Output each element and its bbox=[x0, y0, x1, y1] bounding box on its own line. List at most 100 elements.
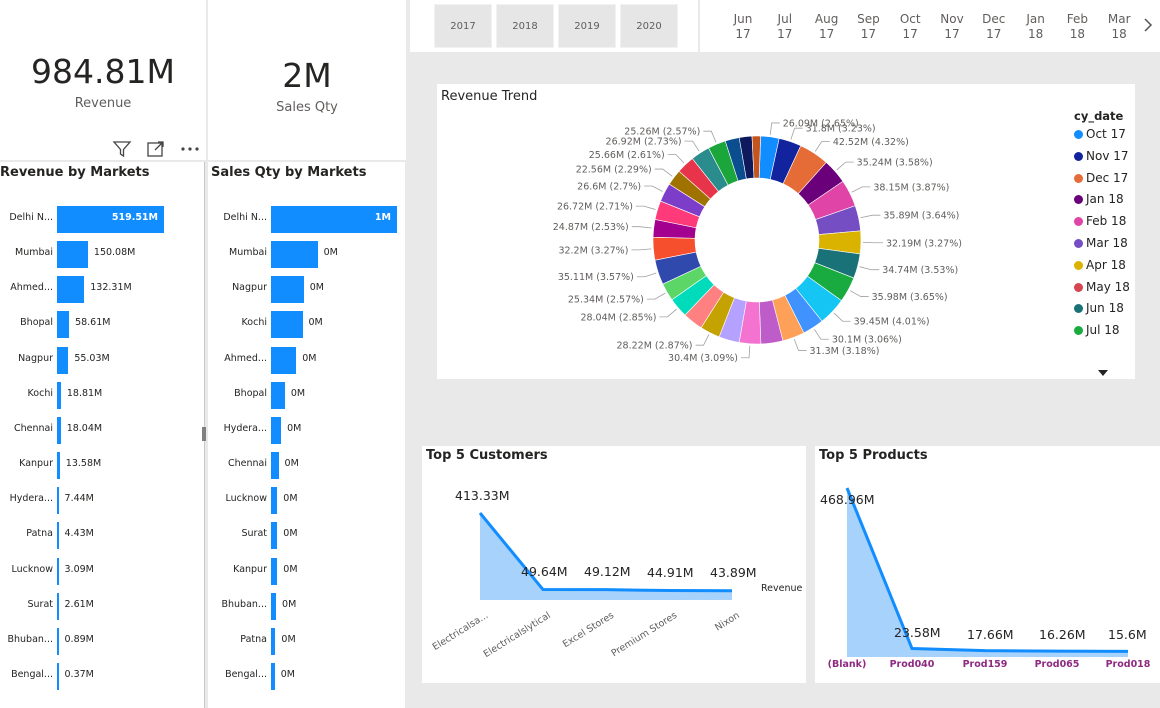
legend-item[interactable]: May 18 bbox=[1074, 280, 1130, 294]
year-button[interactable]: 2019 bbox=[558, 4, 616, 48]
revenue-category-label: Mumbai bbox=[15, 247, 53, 259]
sales-qty-bar[interactable] bbox=[271, 487, 278, 515]
sales-qty-bar[interactable] bbox=[271, 627, 276, 655]
month-button[interactable]: Aug 17 bbox=[807, 12, 847, 42]
revenue-bar[interactable] bbox=[57, 416, 61, 444]
filter-icon[interactable] bbox=[112, 140, 132, 158]
area-data-label: 468.96M bbox=[820, 492, 875, 507]
year-button[interactable]: 2018 bbox=[496, 4, 554, 48]
legend-item[interactable]: Oct 17 bbox=[1074, 127, 1126, 141]
legend-item[interactable]: Jan 18 bbox=[1074, 192, 1124, 206]
month-button[interactable]: Jul 17 bbox=[765, 12, 805, 42]
legend-dot-icon bbox=[1074, 173, 1083, 183]
sales-qty-bar[interactable] bbox=[271, 241, 318, 269]
revenue-category-label: Hydera... bbox=[9, 493, 53, 505]
revenue-bar[interactable] bbox=[57, 311, 70, 339]
revenue-trend-visual[interactable]: Revenue Trend bbox=[437, 84, 1135, 379]
sales-qty-bar[interactable] bbox=[271, 592, 277, 620]
legend-item[interactable]: Nov 17 bbox=[1074, 149, 1129, 163]
revenue-bar[interactable] bbox=[57, 276, 85, 304]
area-data-label: 16.26M bbox=[1039, 627, 1086, 643]
legend-item[interactable]: Feb 18 bbox=[1074, 214, 1126, 228]
revenue-bar[interactable] bbox=[57, 487, 59, 515]
sales-qty-category-label: Bengal... bbox=[225, 668, 267, 680]
sales-qty-bar[interactable] bbox=[271, 522, 278, 550]
sales-qty-value: 2M bbox=[282, 56, 332, 95]
sales-qty-bar[interactable] bbox=[271, 381, 285, 409]
revenue-bar[interactable] bbox=[57, 241, 88, 269]
sales-qty-bar[interactable] bbox=[271, 311, 303, 339]
revenue-data-label: 4.43M bbox=[64, 528, 94, 540]
sales-qty-bar[interactable] bbox=[271, 346, 297, 374]
area-series-name: Revenue bbox=[761, 583, 803, 594]
month-button[interactable]: Oct 17 bbox=[890, 12, 930, 42]
year-slicer[interactable]: 2017 2018 2019 2020 bbox=[410, 0, 698, 52]
year-button[interactable]: 2017 bbox=[434, 4, 492, 48]
sales-qty-category-label: Delhi N... bbox=[223, 212, 267, 223]
revenue-bar[interactable] bbox=[57, 346, 69, 374]
month-button[interactable]: Mar 18 bbox=[1099, 12, 1139, 42]
sales-qty-category-label: Mumbai bbox=[229, 247, 267, 259]
chevron-right-icon[interactable] bbox=[1142, 16, 1154, 38]
sales-qty-bar[interactable] bbox=[271, 662, 275, 690]
revenue-bar[interactable] bbox=[57, 381, 61, 409]
revenue-data-label: 150.08M bbox=[93, 247, 136, 259]
sales-qty-label: Sales Qty bbox=[276, 100, 338, 115]
month-button[interactable]: Jan 18 bbox=[1016, 12, 1056, 42]
legend-item[interactable]: Jun 18 bbox=[1074, 301, 1124, 315]
sales-qty-data-label: 0M bbox=[290, 387, 306, 399]
sales-qty-by-markets-visual[interactable]: Sales Qty by Markets Delhi N... 1M Mumbai 0… bbox=[208, 162, 405, 708]
month-year: 17 bbox=[944, 27, 960, 41]
resize-handle[interactable] bbox=[202, 427, 206, 441]
month-year: 17 bbox=[860, 27, 877, 41]
area-category-label: Prod040 bbox=[889, 659, 935, 670]
legend-item[interactable]: Jul 18 bbox=[1074, 323, 1120, 337]
revenue-category-label: Kanpur bbox=[19, 458, 53, 470]
sales-qty-bar[interactable] bbox=[271, 416, 282, 444]
area-category-label: Prod159 bbox=[962, 659, 1008, 670]
revenue-data-label: 55.03M bbox=[74, 352, 110, 364]
sales-qty-bar[interactable] bbox=[271, 557, 278, 585]
revenue-bar[interactable] bbox=[57, 627, 59, 655]
month-button[interactable]: Nov 17 bbox=[932, 12, 972, 42]
legend-dot-icon bbox=[1074, 239, 1083, 248]
sales-qty-data-label: 0M bbox=[287, 422, 302, 434]
month-button[interactable]: Sep 17 bbox=[848, 12, 888, 42]
revenue-bar[interactable] bbox=[57, 592, 59, 620]
month-button[interactable]: Dec 17 bbox=[974, 12, 1014, 42]
sales-qty-bar[interactable] bbox=[271, 276, 304, 304]
legend-dot-icon bbox=[1074, 130, 1083, 139]
month-button[interactable]: Feb 18 bbox=[1057, 12, 1097, 42]
sales-qty-category-label: Bhuban... bbox=[221, 598, 268, 610]
month-year: 17 bbox=[777, 27, 793, 41]
month-button[interactable]: Jun 17 bbox=[723, 12, 763, 42]
sales-qty-by-markets-title: Sales Qty by Markets bbox=[211, 165, 367, 180]
area-category-label: (Blank) bbox=[827, 659, 867, 670]
revenue-bar[interactable] bbox=[57, 557, 59, 585]
revenue-by-markets-visual[interactable]: Revenue by Markets Delhi N... 519.51M Mumb… bbox=[0, 162, 206, 708]
month-slicer[interactable]: Jun 17 Jul 17 Aug 17 Sep 17 Oct 17 Nov 17 Dec 17 Jan 18… bbox=[700, 0, 1160, 52]
revenue-bar[interactable] bbox=[57, 662, 59, 690]
legend-dot-icon bbox=[1074, 326, 1083, 336]
revenue-bar[interactable] bbox=[57, 522, 59, 550]
revenue-card[interactable]: 984.81M Revenue bbox=[0, 0, 206, 160]
revenue-bar[interactable] bbox=[57, 452, 60, 480]
legend-label: Feb 18 bbox=[1086, 214, 1127, 229]
month-name: Jan bbox=[1026, 12, 1045, 26]
sales-qty-bar[interactable] bbox=[271, 452, 279, 480]
sales-qty-data-label: 0M bbox=[308, 317, 323, 329]
year-button[interactable]: 2020 bbox=[620, 4, 678, 48]
sales-qty-card[interactable]: 2M Sales Qty bbox=[208, 0, 406, 160]
focus-mode-icon[interactable] bbox=[146, 140, 166, 158]
legend-item[interactable]: Mar 18 bbox=[1074, 236, 1128, 250]
revenue-value: 984.81M bbox=[31, 52, 175, 91]
legend-item[interactable]: Dec 17 bbox=[1074, 171, 1128, 185]
top-5-products-visual[interactable]: Top 5 Products bbox=[815, 446, 1160, 683]
sales-qty-category-label: Nagpur bbox=[232, 282, 267, 294]
month-name: Nov bbox=[940, 12, 964, 26]
legend-scroll-down-icon[interactable] bbox=[1097, 362, 1109, 381]
legend-item[interactable]: Apr 18 bbox=[1074, 258, 1126, 272]
sales-qty-category-label: Surat bbox=[241, 528, 267, 540]
more-options-icon[interactable] bbox=[180, 140, 200, 158]
sales-qty-category-label: Bhopal bbox=[234, 387, 267, 399]
